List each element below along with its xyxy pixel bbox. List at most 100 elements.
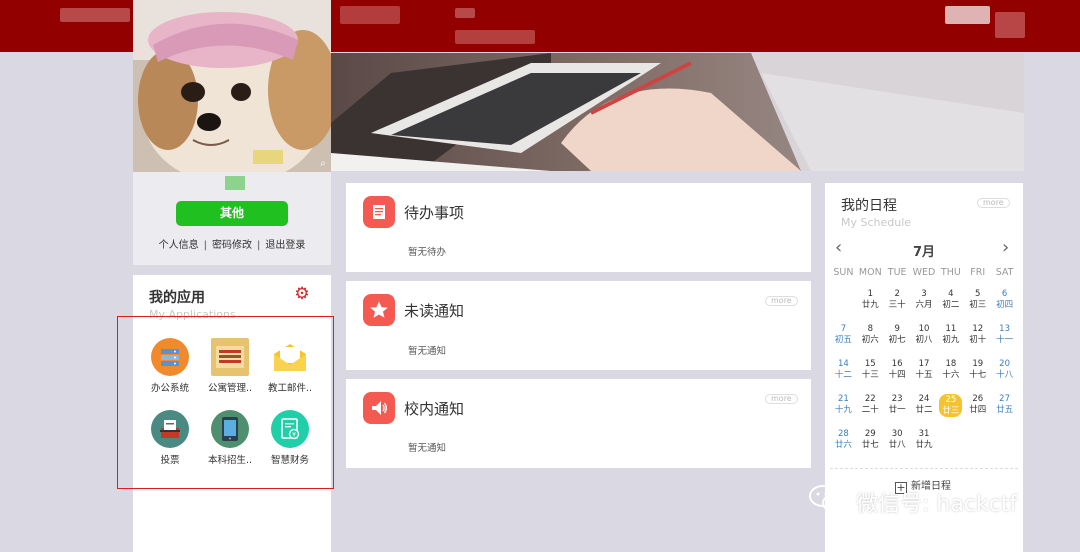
lunar-date: 廿三 [942, 405, 960, 416]
weekday-label: TUE [887, 267, 907, 278]
day-number: 23 [891, 394, 903, 404]
day-content: 19 十七 [964, 359, 991, 380]
change-password-link[interactable]: 密码修改 [212, 240, 252, 251]
lunar-date: 初二 [942, 299, 960, 310]
lunar-date: 初八 [915, 334, 933, 345]
day-number: 14 [838, 359, 849, 369]
calendar-day[interactable]: 1 廿九 [857, 289, 884, 324]
profile-info-link[interactable]: 个人信息 [159, 240, 199, 251]
day-number: 19 [972, 359, 984, 369]
other-button[interactable]: 其他 [176, 201, 288, 226]
calendar-day[interactable]: 18 十六 [937, 359, 964, 394]
calendar-day[interactable]: 24 廿二 [911, 394, 938, 429]
lunar-date: 初七 [888, 334, 906, 345]
calendar-day[interactable]: 20 十八 [991, 359, 1018, 394]
lunar-date: 初四 [996, 299, 1014, 310]
day-content: 2 三十 [884, 289, 911, 310]
avatar[interactable]: ⌕ [133, 0, 331, 172]
lunar-date: 十九 [834, 404, 852, 415]
day-content: 4 初二 [937, 289, 964, 310]
weekday-header: SUN MON TUE WED THU FRI SAT [830, 267, 1018, 278]
redacted-area [455, 8, 475, 18]
calendar-day[interactable]: 26 廿四 [964, 394, 991, 429]
divider [830, 468, 1018, 469]
day-number: 13 [999, 324, 1010, 334]
more-button[interactable]: more [765, 394, 798, 404]
calendar-day[interactable]: 25 廿三 [937, 394, 964, 429]
lunar-date: 十八 [996, 369, 1014, 380]
day-number: 11 [945, 324, 957, 334]
calendar-day[interactable]: 21 十九 [830, 394, 857, 429]
calendar-day[interactable]: 31 廿九 [911, 429, 938, 464]
more-button[interactable]: more [765, 296, 798, 306]
more-button[interactable]: more [977, 198, 1010, 208]
calendar-day[interactable]: 6 初四 [991, 289, 1018, 324]
calendar-day[interactable]: 3 六月 [911, 289, 938, 324]
calendar-day[interactable]: 10 初八 [911, 324, 938, 359]
weekday-label: SUN [833, 267, 854, 278]
calendar-empty-cell [991, 429, 1018, 464]
lunar-date: 廿九 [861, 299, 879, 310]
calendar-day[interactable]: 17 十五 [911, 359, 938, 394]
calendar-day[interactable]: 7 初五 [830, 324, 857, 359]
calendar-day[interactable]: 8 初六 [857, 324, 884, 359]
day-number: 31 [918, 429, 930, 439]
day-content: 25 廿三 [939, 394, 963, 417]
calendar-day[interactable]: 2 三十 [884, 289, 911, 324]
day-content: 12 初十 [964, 324, 991, 345]
day-number: 25 [945, 395, 957, 405]
calendar-day[interactable]: 14 十二 [830, 359, 857, 394]
weekday-label: FRI [970, 267, 986, 278]
calendar-day[interactable]: 23 廿一 [884, 394, 911, 429]
calendar-day[interactable]: 9 初七 [884, 324, 911, 359]
lunar-date: 十三 [861, 369, 879, 380]
day-content: 31 廿九 [911, 429, 938, 450]
zoom-icon[interactable]: ⌕ [317, 158, 329, 170]
calendar-day[interactable]: 29 廿七 [857, 429, 884, 464]
todo-card[interactable]: 待办事项 暂无待办 [346, 183, 811, 272]
calendar-day[interactable]: 19 十七 [964, 359, 991, 394]
calendar-day[interactable]: 22 二十 [857, 394, 884, 429]
gear-icon[interactable]: ⚙ [293, 285, 311, 303]
campus-notice-card[interactable]: 校内通知 more 暂无通知 [346, 379, 811, 468]
calendar-week-row: 1 廿九 2 三十 3 六月 4 初二 5 初三 6 初四 [830, 289, 1018, 324]
day-content: 10 初八 [911, 324, 938, 345]
lunar-date: 初九 [942, 334, 960, 345]
card-empty-text: 暂无通知 [408, 346, 447, 357]
lunar-date: 廿九 [915, 439, 933, 450]
calendar-day[interactable]: 16 十四 [884, 359, 911, 394]
calendar-day[interactable]: 11 初九 [937, 324, 964, 359]
logout-link[interactable]: 退出登录 [265, 240, 305, 251]
day-content: 5 初三 [964, 289, 991, 310]
redacted-area [455, 30, 535, 44]
highlight-box [117, 316, 334, 489]
calendar-day[interactable]: 27 廿五 [991, 394, 1018, 429]
day-content: 16 十四 [884, 359, 911, 380]
schedule-subtitle: My Schedule [841, 216, 912, 229]
calendar-day[interactable]: 5 初三 [964, 289, 991, 324]
lunar-date: 初三 [969, 299, 987, 310]
next-month-button[interactable]: › [1002, 237, 1009, 258]
calendar-day[interactable]: 15 十三 [857, 359, 884, 394]
day-content: 26 廿四 [964, 394, 991, 415]
calendar-empty-cell [937, 429, 964, 464]
calendar-day[interactable]: 12 初十 [964, 324, 991, 359]
unread-notice-card[interactable]: 未读通知 more 暂无通知 [346, 281, 811, 370]
day-number: 8 [867, 324, 873, 334]
day-number: 29 [864, 429, 876, 439]
calendar-day[interactable]: 30 廿八 [884, 429, 911, 464]
redacted-area [945, 6, 990, 24]
calendar-day[interactable]: 4 初二 [937, 289, 964, 324]
profile-panel: ⌕ 其他 个人信息 | 密码修改 | 退出登录 [133, 0, 331, 265]
calendar-week-row: 7 初五 8 初六 9 初七 10 初八 11 初九 12 初十 13 十一 [830, 324, 1018, 359]
lunar-date: 三十 [888, 299, 906, 310]
calendar-week-row: 14 十二 15 十三 16 十四 17 十五 18 十六 19 十七 20 十八 [830, 359, 1018, 394]
calendar-day[interactable]: 28 廿六 [830, 429, 857, 464]
calendar-week-row: 21 十九 22 二十 23 廿一 24 廿二 25 廿三 26 廿四 27 廿五 [830, 394, 1018, 429]
day-number: 17 [918, 359, 930, 369]
day-number: 5 [975, 289, 981, 299]
day-content: 9 初七 [884, 324, 911, 345]
calendar-day[interactable]: 13 十一 [991, 324, 1018, 359]
day-number: 27 [999, 394, 1010, 404]
lunar-date: 初五 [834, 334, 852, 345]
